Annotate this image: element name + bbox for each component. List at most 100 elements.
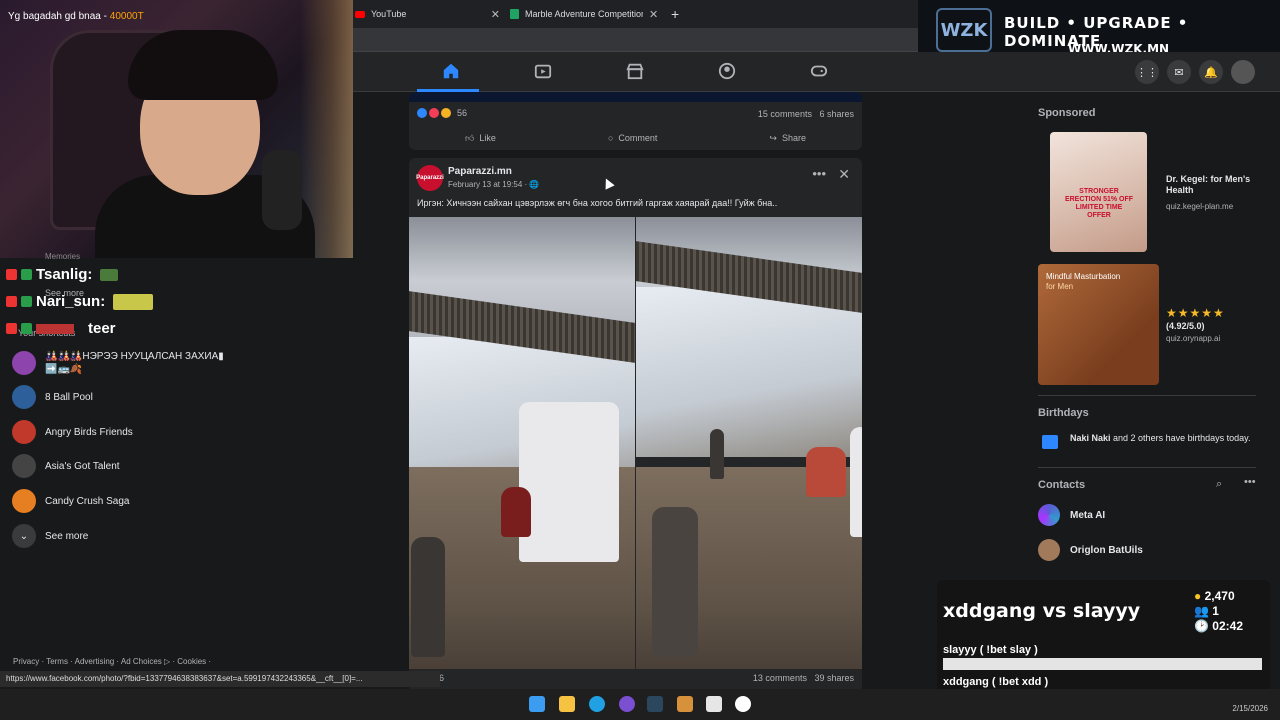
sheets-icon	[510, 9, 519, 19]
users-icon: 👥	[1194, 604, 1209, 618]
chat-text: teer	[88, 320, 116, 337]
home-icon[interactable]	[442, 62, 460, 80]
streamer-hair	[128, 30, 278, 100]
page-name[interactable]: Paparazzi.mn	[448, 166, 512, 177]
more-options-icon[interactable]: •••	[1244, 476, 1256, 488]
ad-url[interactable]: quiz.orynapp.ai	[1166, 334, 1220, 343]
username-redacted	[36, 323, 74, 334]
shortcut-candy-crush[interactable]: Candy Crush Saga	[12, 489, 130, 513]
groups-icon[interactable]	[718, 62, 736, 80]
see-more-button[interactable]: ⌄ See more	[12, 524, 88, 548]
shortcut-angry-birds[interactable]: Angry Birds Friends	[12, 420, 133, 444]
contact-meta-ai[interactable]: Meta AI	[1038, 504, 1105, 526]
share-icon: ↪	[769, 132, 777, 143]
tab-youtube[interactable]: YouTube ✕	[355, 4, 500, 24]
bet-title: xddgang vs slayyy	[943, 600, 1141, 622]
post-card: 56 15 comments 6 shares 👍︎ Like ○ Comment …	[409, 92, 862, 150]
post-photo-right[interactable]	[636, 217, 862, 669]
menu-grid-icon[interactable]: ⋮⋮	[1135, 60, 1159, 84]
profile-avatar[interactable]	[1231, 60, 1255, 84]
start-icon[interactable]	[529, 696, 545, 712]
chat-username: Tsanlig:	[36, 266, 93, 283]
shortcut-8-ball-pool[interactable]: 8 Ball Pool	[12, 385, 93, 409]
ad-image-kegel[interactable]: STRONGER ERECTION 51% OFF LIMITED TIME O…	[1050, 132, 1147, 252]
comment-count[interactable]: 13 comments	[753, 673, 807, 683]
chat-username: Nari_sun:	[36, 293, 106, 310]
browser-tab-bar: YouTube ✕ Marble Adventure Competition 2…	[353, 0, 918, 28]
post-stats[interactable]: 15 comments 6 shares	[758, 109, 854, 119]
webcam-overlay: Yg bagadah gd bnaa - 40000T	[0, 0, 353, 258]
discord-icon[interactable]	[619, 696, 635, 712]
tab-label: YouTube	[371, 9, 407, 19]
messenger-icon[interactable]: ✉	[1167, 60, 1191, 84]
windows-taskbar: 2/15/2026	[0, 689, 1280, 720]
search-icon[interactable]: ⌕	[1216, 478, 1222, 491]
chat-message: Tsanlig:	[6, 266, 119, 283]
angry-birds-icon	[12, 420, 36, 444]
shortcut-label: Angry Birds Friends	[45, 426, 133, 438]
photo-van	[519, 402, 619, 562]
share-count[interactable]: 6 shares	[819, 109, 854, 119]
ad-image-title: Mindful Masturbation	[1046, 272, 1121, 281]
bet-bar-1	[943, 658, 1262, 670]
thumbs-up-icon: 👍︎	[465, 132, 475, 143]
post-date[interactable]: February 13 at 19:54 · 🌐	[448, 180, 539, 189]
link-status-bar: https://www.facebook.com/photo/?fbid=133…	[0, 671, 440, 687]
comment-icon: ○	[607, 133, 614, 143]
photo-van	[850, 427, 862, 537]
contacts-heading: Contacts	[1038, 479, 1086, 491]
notifications-icon[interactable]: 🔔	[1199, 60, 1223, 84]
new-tab-button[interactable]: +	[671, 4, 679, 24]
post-media-bottom	[409, 92, 862, 102]
marketplace-icon[interactable]	[626, 62, 644, 80]
divider	[1038, 395, 1256, 396]
contact-origlon[interactable]: Origlon BatUils	[1038, 539, 1143, 561]
ad-image-mindful[interactable]: Mindful Masturbation for Men	[1038, 264, 1159, 385]
edge-icon[interactable]	[589, 696, 605, 712]
birthdays-heading: Birthdays	[1038, 407, 1089, 419]
tab-marble-adventure[interactable]: Marble Adventure Competition 20 ✕	[510, 4, 660, 24]
shortcut-item[interactable]: 🎎🎎🎎НЭРЭЭ НУУЦАЛСАН ЗАХИА▮ ➡️🚌🍂	[12, 350, 235, 376]
shortcut-label: Candy Crush Saga	[45, 495, 130, 507]
ad-image-subtitle: for Men	[1046, 281, 1074, 291]
share-count[interactable]: 39 shares	[814, 673, 854, 683]
share-button[interactable]: ↪ Share	[769, 128, 806, 148]
ad-url[interactable]: quiz.kegel-plan.me	[1166, 202, 1233, 211]
heart-badge-icon	[6, 269, 17, 280]
gaming-icon[interactable]	[810, 62, 828, 80]
reaction-summary[interactable]: 56	[417, 108, 467, 118]
app-icon[interactable]	[677, 696, 693, 712]
close-tab-icon[interactable]: ✕	[491, 8, 500, 21]
browser-address-bar[interactable]	[353, 28, 918, 52]
birthday-name: Naki Naki	[1070, 433, 1111, 443]
close-icon[interactable]: ✕	[838, 166, 850, 183]
birthday-text[interactable]: Naki Naki and 2 others have birthdays to…	[1070, 432, 1270, 445]
chat-message: teer	[6, 320, 116, 337]
comment-label: Comment	[618, 133, 658, 143]
bet-coins: 2,470	[1204, 589, 1235, 603]
more-options-icon[interactable]: •••	[812, 166, 826, 181]
stream-overlay-text: Yg bagadah gd bnaa - 40000T	[8, 11, 144, 22]
comment-count[interactable]: 15 comments	[758, 109, 812, 119]
timer-icon: 🕑	[1194, 619, 1209, 633]
like-button[interactable]: 👍︎ Like	[465, 128, 496, 148]
ad-promo-text: STRONGER ERECTION 51% OFF LIMITED TIME O…	[1064, 188, 1134, 220]
post-photo-left[interactable]	[409, 217, 635, 669]
sponsor-banner: WZK BUILD • UPGRADE • DOMINATE WWW.WZK.M…	[918, 0, 1280, 60]
haha-reaction-icon	[441, 108, 451, 118]
comment-button[interactable]: ○ Comment	[608, 128, 657, 148]
video-icon[interactable]	[534, 62, 552, 80]
page-avatar[interactable]: Paparazzi	[416, 165, 444, 191]
ad-title[interactable]: Dr. Kegel: for Men's Health	[1166, 174, 1274, 197]
notepad-icon[interactable]	[706, 696, 722, 712]
steam-icon[interactable]	[647, 696, 663, 712]
shortcut-asias-got-talent[interactable]: Asia's Got Talent	[12, 454, 120, 478]
file-explorer-icon[interactable]	[559, 696, 575, 712]
photo-person	[652, 507, 698, 657]
obs-icon[interactable]	[735, 696, 751, 712]
youtube-icon	[355, 10, 365, 18]
close-tab-icon[interactable]: ✕	[649, 8, 658, 21]
footer-links[interactable]: Privacy · Terms · Advertising · Ad Choic…	[13, 657, 211, 666]
contact-name: Meta AI	[1070, 509, 1106, 521]
sidebar-item-memories[interactable]: Memories	[45, 252, 80, 261]
